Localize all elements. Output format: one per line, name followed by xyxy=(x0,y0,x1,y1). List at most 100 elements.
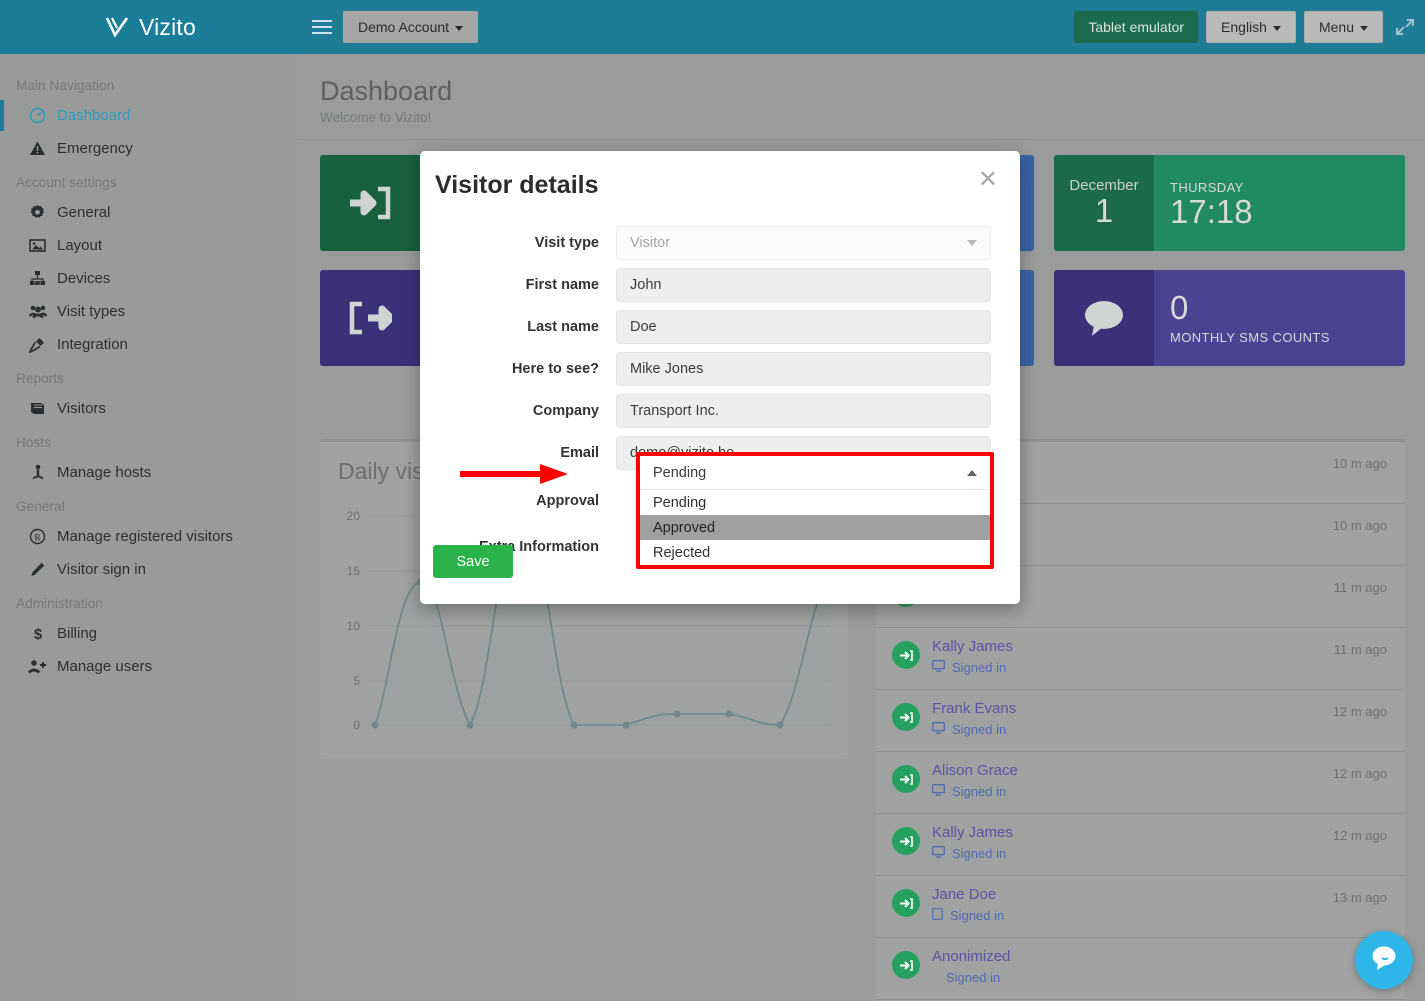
users-icon xyxy=(28,303,47,320)
sign-in-arrow-icon xyxy=(892,765,920,793)
chat-bubble-icon xyxy=(1054,270,1154,366)
visitor-name[interactable]: Alison Grace xyxy=(932,762,1018,779)
sidebar-item-label: Manage users xyxy=(57,658,152,675)
company-value: Transport Inc. xyxy=(630,403,719,419)
table-row[interactable]: Alison Grace Signed in 12 m ago xyxy=(876,752,1405,814)
visitor-status: Signed in xyxy=(932,660,1013,675)
approval-option-rejected[interactable]: Rejected xyxy=(640,540,990,565)
chevron-down-icon xyxy=(967,240,977,246)
visitor-time: 12 m ago xyxy=(1333,766,1387,781)
expand-arrows-icon[interactable] xyxy=(1395,17,1415,37)
visitor-name[interactable]: Jane Doe xyxy=(932,886,1004,903)
brand-logo-area[interactable]: Vizito xyxy=(0,0,300,54)
first-name-input[interactable]: John xyxy=(616,268,991,302)
account-selector-label: Demo Account xyxy=(358,19,449,35)
visit-type-select[interactable]: Visitor xyxy=(616,226,991,260)
approval-dropdown-toggle[interactable]: Pending xyxy=(640,456,990,490)
menu-label: Menu xyxy=(1319,19,1354,35)
account-selector-button[interactable]: Demo Account xyxy=(343,11,478,43)
nav-group-header: Account settings xyxy=(0,165,300,196)
approval-dropdown: Pending Pending Approved Rejected xyxy=(636,452,994,569)
stat-card-sms[interactable]: 0 MONTHLY SMS COUNTS xyxy=(1054,270,1405,366)
page-header: Dashboard Welcome to Vizito! xyxy=(300,54,1425,140)
visitor-name[interactable]: Kally James xyxy=(932,824,1013,841)
sidebar-item-label: Visitors xyxy=(57,400,106,417)
visitor-time: 13 m ago xyxy=(1333,890,1387,905)
visitor-name[interactable]: Anonimized xyxy=(932,948,1010,965)
clock-date-box: December 1 xyxy=(1054,155,1154,251)
company-input[interactable]: Transport Inc. xyxy=(616,394,991,428)
gear-icon xyxy=(28,204,47,221)
save-button[interactable]: Save xyxy=(433,545,513,578)
chat-widget-button[interactable] xyxy=(1355,931,1413,989)
sign-in-arrow-icon xyxy=(892,641,920,669)
sign-in-arrow-icon xyxy=(892,827,920,855)
nav-group-header: Reports xyxy=(0,361,300,392)
person-icon xyxy=(28,464,47,481)
language-label: English xyxy=(1221,19,1267,35)
table-row[interactable]: Kally James Signed in 12 m ago xyxy=(876,814,1405,876)
user-plus-icon xyxy=(28,658,47,675)
nav-group-header: Hosts xyxy=(0,425,300,456)
sidebar-item-label: General xyxy=(57,204,110,221)
sidebar-item-dashboard[interactable]: Dashboard xyxy=(0,99,300,132)
y-tick-0: 0 xyxy=(353,718,360,732)
app-root: Vizito Demo Account Tablet emulator Engl… xyxy=(0,0,1425,1001)
table-row[interactable]: Jane Doe Signed in 13 m ago xyxy=(876,876,1405,938)
sidebar-item-visitors[interactable]: Visitors xyxy=(0,392,300,425)
sidebar-item-manage-registered-visitors[interactable]: R Manage registered visitors xyxy=(0,520,300,553)
svg-text:R: R xyxy=(34,533,41,543)
svg-text:$: $ xyxy=(33,626,42,642)
y-tick-10: 10 xyxy=(347,619,361,633)
visitor-status: Signed in xyxy=(932,722,1016,737)
pencil-icon xyxy=(28,561,47,578)
language-selector-button[interactable]: English xyxy=(1206,11,1296,43)
chevron-down-icon xyxy=(1273,26,1281,31)
clock-time: 17:18 xyxy=(1170,195,1389,230)
visitor-status-label: Signed in xyxy=(952,722,1006,737)
menu-button[interactable]: Menu xyxy=(1304,11,1383,43)
stat-card-clock[interactable]: December 1 THURSDAY 17:18 xyxy=(1054,155,1405,251)
top-navigation-bar: Vizito Demo Account Tablet emulator Engl… xyxy=(0,0,1425,54)
sidebar-item-manage-users[interactable]: Manage users xyxy=(0,650,300,683)
visitor-status-label: Signed in xyxy=(952,660,1006,675)
here-to-see-input[interactable]: Mike Jones xyxy=(616,352,991,386)
sidebar-item-integration[interactable]: Integration xyxy=(0,328,300,361)
visitor-status: Signed in xyxy=(932,970,1010,985)
nav-group-header: Administration xyxy=(0,586,300,617)
table-row[interactable]: Anonimized Signed in 1 xyxy=(876,938,1405,1000)
tablet-emulator-button[interactable]: Tablet emulator xyxy=(1074,11,1198,43)
table-row[interactable]: Frank Evans Signed in 12 m ago xyxy=(876,690,1405,752)
sidebar-item-manage-hosts[interactable]: Manage hosts xyxy=(0,456,300,489)
sidebar-item-visit-types[interactable]: Visit types xyxy=(0,295,300,328)
sidebar-item-label: Layout xyxy=(57,237,102,254)
visitor-status-label: Signed in xyxy=(952,846,1006,861)
close-x-icon[interactable]: ✕ xyxy=(972,167,1004,193)
chevron-down-icon xyxy=(1360,26,1368,31)
sidebar-item-devices[interactable]: Devices xyxy=(0,262,300,295)
hamburger-icon[interactable] xyxy=(312,16,334,38)
visitor-name[interactable]: Kally James xyxy=(932,638,1013,655)
visitor-status: Signed in xyxy=(932,846,1013,861)
table-row[interactable]: Kally James Signed in 11 m ago xyxy=(876,628,1405,690)
sidebar-item-label: Integration xyxy=(57,336,128,353)
visitor-time: 10 m ago xyxy=(1333,456,1387,471)
monitor-icon xyxy=(932,660,945,675)
sidebar-item-layout[interactable]: Layout xyxy=(0,229,300,262)
approval-option-pending[interactable]: Pending xyxy=(640,490,990,515)
tablet-icon xyxy=(932,908,943,923)
nav-group-header: Main Navigation xyxy=(0,68,300,99)
form-row-here-to-see: Here to see? Mike Jones xyxy=(420,352,1020,386)
sidebar-item-visitor-sign-in[interactable]: Visitor sign in xyxy=(0,553,300,586)
y-tick-15: 15 xyxy=(347,564,361,578)
visitor-time: 11 m ago xyxy=(1334,642,1387,657)
last-name-input[interactable]: Doe xyxy=(616,310,991,344)
sign-in-arrow-icon xyxy=(892,951,920,979)
sidebar-item-general[interactable]: General xyxy=(0,196,300,229)
visitor-name[interactable]: Frank Evans xyxy=(932,700,1016,717)
sidebar-item-emergency[interactable]: Emergency xyxy=(0,132,300,165)
registered-r-icon: R xyxy=(28,528,47,545)
sidebar-item-billing[interactable]: $ Billing xyxy=(0,617,300,650)
field-label: First name xyxy=(420,277,616,293)
approval-option-approved[interactable]: Approved xyxy=(640,515,990,540)
